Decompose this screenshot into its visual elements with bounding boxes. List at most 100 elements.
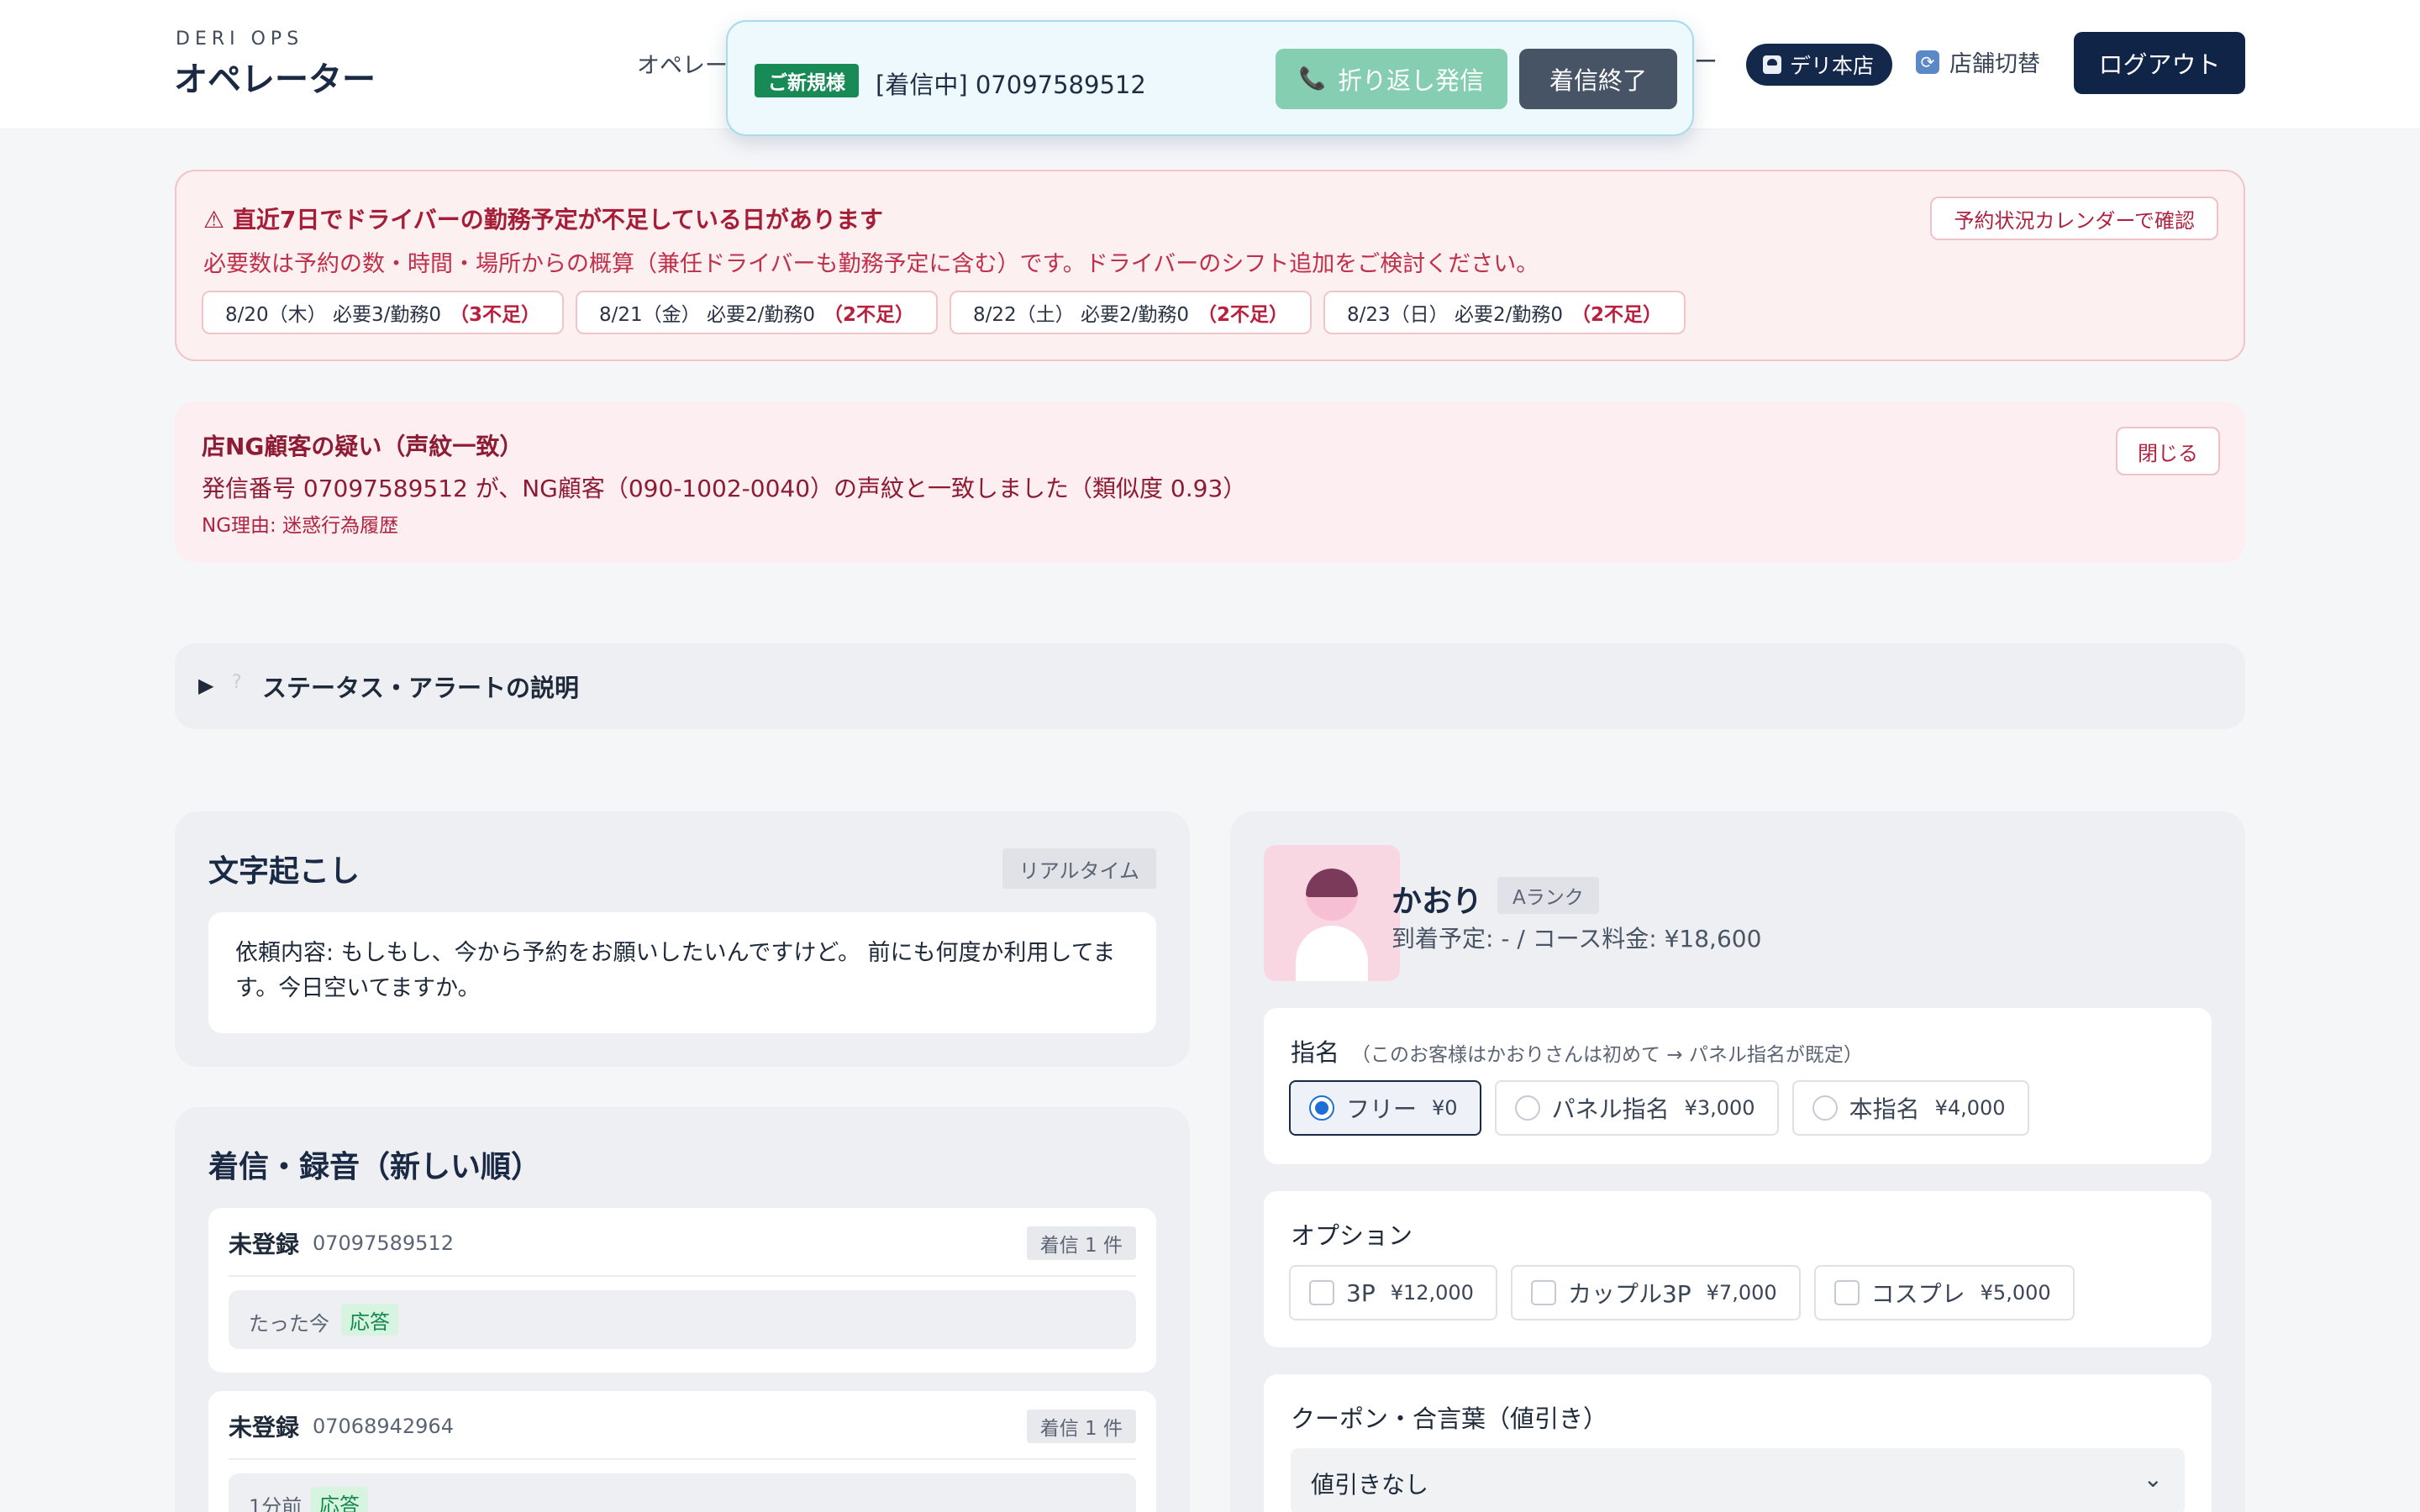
reservation-calendar-button[interactable]: 予約状況カレンダーで確認 <box>1930 197 2218 240</box>
refresh-icon: ⟳ <box>1916 50 1939 74</box>
option-cosplay[interactable]: コスプレ ¥5,000 <box>1813 1265 2075 1320</box>
shortage-alert-title: ⚠ 直近7日でドライバーの勤務予定が不足している日があります <box>203 206 883 234</box>
shortage-count: （2不足） <box>1570 304 1662 326</box>
shortage-count: （2不足） <box>1197 304 1288 326</box>
chevron-down-icon: ⌄ <box>2143 1465 2163 1493</box>
divider <box>229 1275 1136 1277</box>
nav-item-operator[interactable]: オペレー <box>637 47 738 80</box>
radio-selected-icon <box>1309 1095 1334 1121</box>
page-title: オペレーター <box>174 60 376 99</box>
ng-alert-close-button[interactable]: 閉じる <box>2116 427 2220 475</box>
status-legend-toggle[interactable]: ▶ ? ステータス・アラートの説明 <box>175 643 2245 729</box>
store-icon <box>1763 55 1781 74</box>
option-couple-3p[interactable]: カップル3P ¥7,000 <box>1510 1265 1801 1320</box>
call-list-item[interactable]: 未登録 07068942964 着信 1 件 1分前 応答 <box>208 1391 1156 1512</box>
call-history-panel: 着信・録音（新しい順） 未登録 07097589512 着信 1 件 たった今 … <box>175 1107 1190 1512</box>
driver-shortage-alert: ⚠ 直近7日でドライバーの勤務予定が不足している日があります 必要数は予約の数・… <box>175 170 2245 361</box>
option-price: ¥5,000 <box>1980 1281 2051 1305</box>
option-label: 3P <box>1346 1278 1376 1307</box>
radio-icon <box>1514 1095 1540 1121</box>
coupon-selected-value: 値引きなし <box>1311 1471 1429 1499</box>
call-time: たった今 <box>249 1312 329 1336</box>
shortage-day-chip: 8/22（土） 必要2/勤務0 （2不足） <box>950 291 1312 334</box>
shortage-count: （2不足） <box>823 304 914 326</box>
option-price: ¥4,000 <box>1934 1096 2006 1120</box>
nomination-option-panel[interactable]: パネル指名 ¥3,000 <box>1494 1080 1779 1136</box>
option-price: ¥7,000 <box>1706 1281 1777 1305</box>
status-legend-label: ステータス・アラートの説明 <box>262 674 580 702</box>
ng-alert-reason: NG理由: 迷惑行為履歴 <box>202 515 399 537</box>
option-price: ¥12,000 <box>1390 1281 1474 1305</box>
avatar-hair <box>1306 869 1358 897</box>
call-count-tag: 着信 1 件 <box>1026 1410 1136 1443</box>
avatar-body <box>1296 926 1368 981</box>
avatar-head <box>1306 869 1358 921</box>
nomination-note: （このお客様はかおりさんは初めて → パネル指名が既定） <box>1351 1044 1863 1066</box>
store-switch-button[interactable]: ⟳ 店舗切替 <box>1916 45 2040 78</box>
nomination-option-regular[interactable]: 本指名 ¥4,000 <box>1791 1080 2029 1136</box>
help-icon: ? <box>232 672 242 693</box>
nomination-section: 指名 （このお客様はかおりさんは初めて → パネル指名が既定） フリー ¥0 パネル… <box>1264 1008 2212 1164</box>
option-label: 本指名 <box>1849 1095 1920 1123</box>
incoming-call-popup: ご新規様 [着信中] 07097589512 📞 折り返し発信 着信終了 <box>726 20 1694 136</box>
shortage-count: （3不足） <box>449 304 540 326</box>
nomination-label: 指名 （このお客様はかおりさんは初めて → パネル指名が既定） <box>1291 1033 1863 1068</box>
end-call-button[interactable]: 着信終了 <box>1519 49 1677 109</box>
option-price: ¥3,000 <box>1684 1096 1755 1120</box>
transcript-box: 依頼内容: もしもし、今から予約をお願いしたいんですけど。 前にも何度か利用して… <box>208 912 1156 1033</box>
divider <box>229 1458 1136 1460</box>
brand-subtitle: DERI OPS <box>176 29 304 50</box>
transcript-text: 依頼内容: もしもし、今から予約をお願いしたいんですけど。 前にも何度か利用して… <box>235 940 1116 1001</box>
shortage-day-list: 8/20（木） 必要3/勤務0 （3不足） 8/21（金） 必要2/勤務0 （2不足… <box>202 291 1686 334</box>
shortage-day-text: 8/21（金） 必要2/勤務0 <box>599 304 815 326</box>
coupon-select[interactable]: 値引きなし ⌄ <box>1291 1448 2185 1512</box>
checkbox-icon <box>1309 1280 1334 1305</box>
disclosure-arrow-icon: ▶ <box>198 674 214 697</box>
logout-button[interactable]: ログアウト <box>2074 32 2245 94</box>
ng-alert-title: 店NG顧客の疑い（声紋一致） <box>202 433 523 460</box>
ng-alert-description: 発信番号 07097589512 が、NG顧客（090-1002-0040）の声… <box>202 475 1247 502</box>
shortage-day-chip: 8/21（金） 必要2/勤務0 （2不足） <box>576 291 938 334</box>
option-price: ¥0 <box>1432 1096 1458 1120</box>
option-label: カップル3P <box>1567 1280 1691 1308</box>
option-list: 3P ¥12,000 カップル3P ¥7,000 コスプレ ¥5,000 <box>1289 1265 2075 1320</box>
incoming-call-number: [着信中] 07097589512 <box>876 71 1146 99</box>
shortage-day-chip: 8/20（木） 必要3/勤務0 （3不足） <box>202 291 564 334</box>
option-3p[interactable]: 3P ¥12,000 <box>1289 1265 1497 1320</box>
call-list-item[interactable]: 未登録 07097589512 着信 1 件 たった今 応答 <box>208 1208 1156 1373</box>
checkbox-icon <box>1833 1280 1860 1305</box>
call-time: 1分前 <box>249 1495 302 1512</box>
shortage-day-text: 8/20（木） 必要3/勤務0 <box>225 304 441 326</box>
option-label: コスプレ <box>1870 1280 1965 1308</box>
ng-customer-alert: 店NG顧客の疑い（声紋一致） 発信番号 07097589512 が、NG顧客（0… <box>175 402 2245 563</box>
store-switch-label: 店舗切替 <box>1949 51 2040 77</box>
shortage-day-text: 8/23（日） 必要2/勤務0 <box>1347 304 1563 326</box>
option-label: フリー <box>1346 1095 1418 1123</box>
cast-name: かおり <box>1392 885 1483 919</box>
callback-button[interactable]: 📞 折り返し発信 <box>1276 49 1507 109</box>
radio-icon <box>1812 1095 1838 1121</box>
call-count-tag: 着信 1 件 <box>1026 1226 1136 1260</box>
callback-label: 折り返し発信 <box>1338 66 1485 95</box>
coupon-label: クーポン・合言葉（値引き） <box>1291 1404 1608 1433</box>
phone-icon: 📞 <box>1298 66 1327 92</box>
transcript-panel: 文字起こし リアルタイム 依頼内容: もしもし、今から予約をお願いしたいんですけ… <box>175 811 1190 1067</box>
store-name: デリ本店 <box>1790 54 1875 78</box>
nav-item-dash: ー <box>1694 48 1718 76</box>
call-record-row[interactable]: たった今 応答 <box>229 1290 1136 1349</box>
option-label: パネル指名 <box>1551 1095 1670 1123</box>
coupon-section: クーポン・合言葉（値引き） 値引きなし ⌄ <box>1264 1374 2212 1512</box>
call-status-badge: 応答 <box>341 1304 398 1336</box>
nomination-option-free[interactable]: フリー ¥0 <box>1289 1080 1481 1136</box>
options-section: オプション 3P ¥12,000 カップル3P ¥7,000 コスプレ ¥5,000 <box>1264 1191 2212 1347</box>
cast-arrival-and-fee: 到着予定: - / コース料金: ¥18,600 <box>1392 925 1762 953</box>
transcript-title: 文字起こし <box>208 854 360 889</box>
caller-number: 07068942964 <box>313 1415 454 1438</box>
caller-name: 未登録 <box>229 1231 300 1258</box>
realtime-tag: リアルタイム <box>1002 848 1156 889</box>
call-history-title: 着信・録音（新しい順） <box>208 1150 542 1184</box>
call-record-row[interactable]: 1分前 応答 <box>229 1473 1136 1512</box>
caller-name: 未登録 <box>229 1414 300 1441</box>
nomination-label-text: 指名 <box>1291 1038 1340 1067</box>
booking-panel: かおり Aランク 到着予定: - / コース料金: ¥18,600 指名 （このお… <box>1230 811 2245 1512</box>
